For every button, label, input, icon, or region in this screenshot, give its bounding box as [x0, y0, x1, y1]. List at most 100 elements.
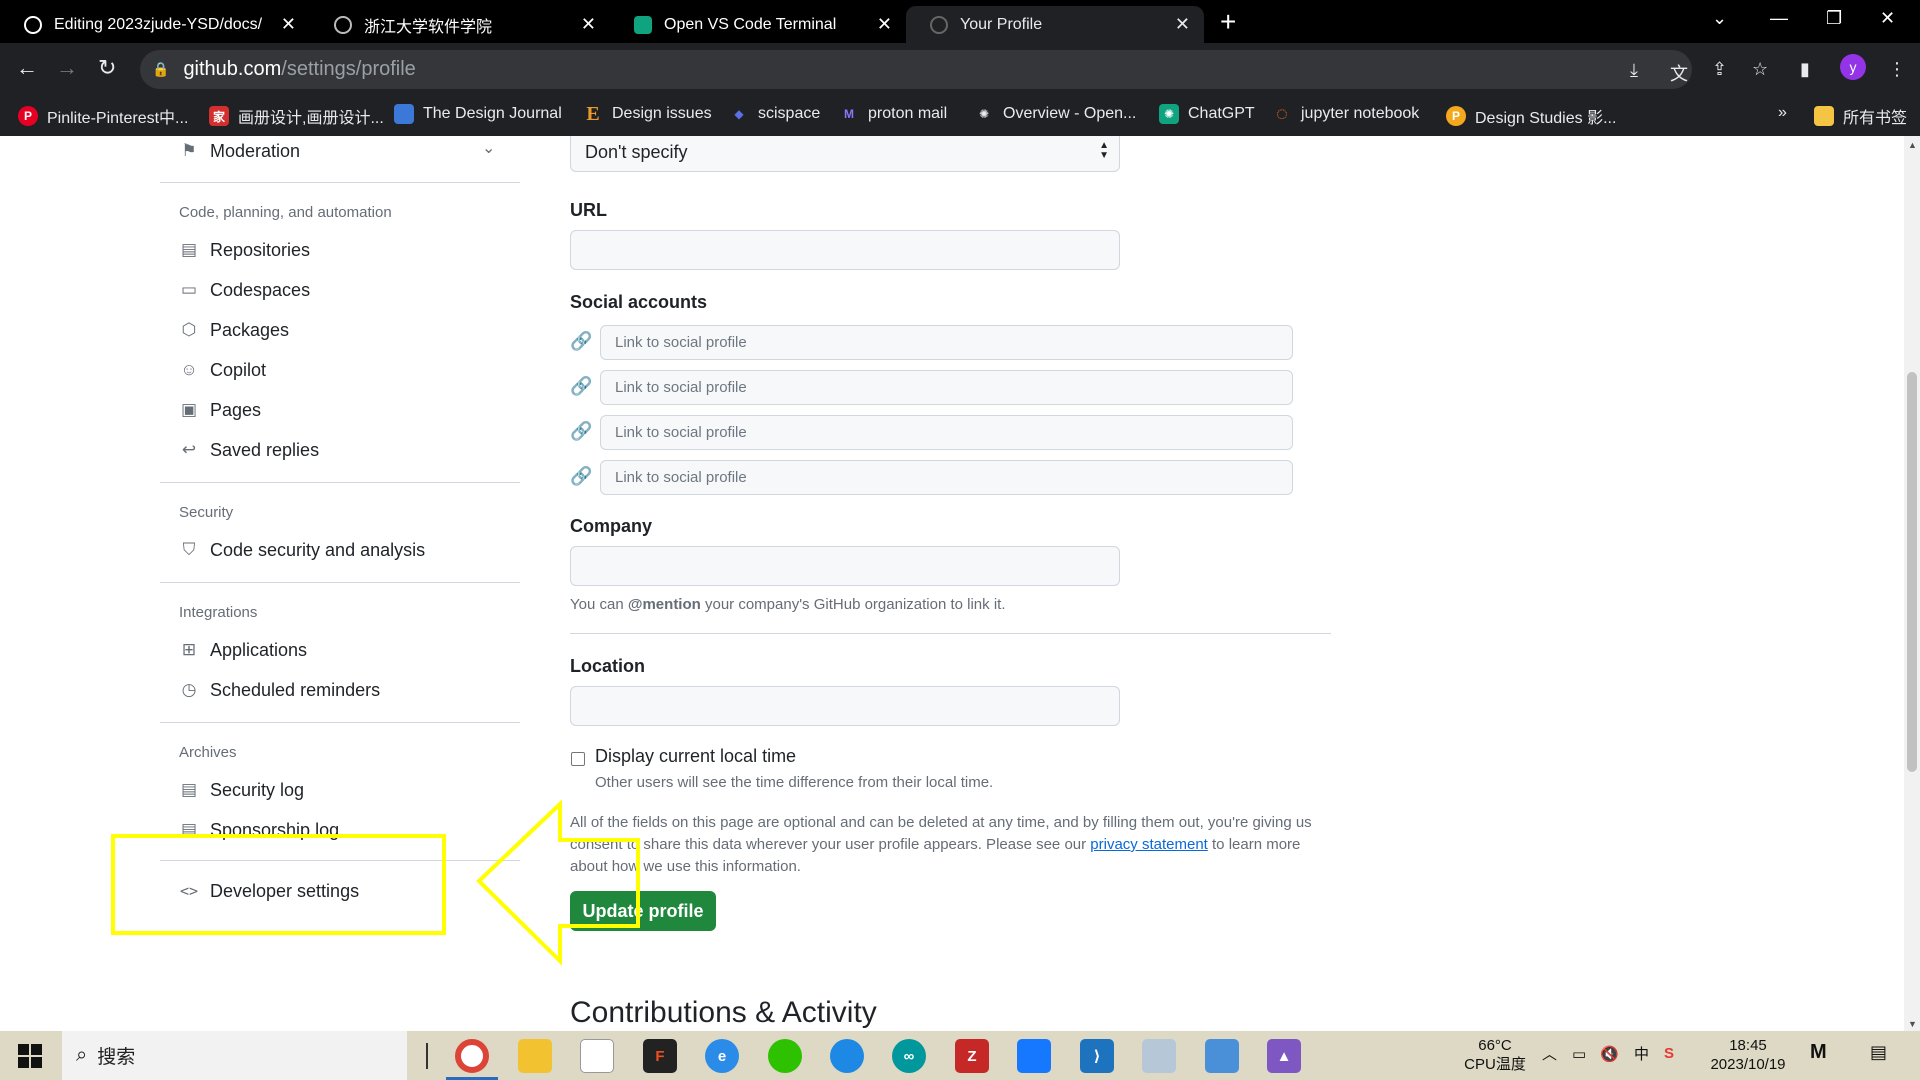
zotero-icon[interactable]: Z: [955, 1039, 989, 1073]
close-tab-icon[interactable]: ✕: [877, 14, 892, 35]
local-time-checkbox[interactable]: [571, 752, 585, 766]
install-icon[interactable]: ⤓: [1630, 60, 1638, 81]
url-input[interactable]: [570, 230, 1120, 270]
side-panel-icon[interactable]: ▮: [1800, 59, 1810, 80]
chevron-up-icon[interactable]: ︿: [1542, 1045, 1557, 1064]
restore-button[interactable]: ❐: [1826, 8, 1842, 29]
photos-icon[interactable]: ▲: [1267, 1039, 1301, 1073]
log-icon: ▤: [180, 780, 198, 799]
privacy-statement-link[interactable]: privacy statement: [1090, 836, 1208, 853]
forward-button[interactable]: →: [56, 55, 78, 81]
minimize-button[interactable]: —: [1770, 8, 1788, 29]
bookmark-label: Pinlite-Pinterest中...: [47, 110, 189, 127]
scrollbar-thumb[interactable]: [1907, 372, 1917, 772]
chrome-app-icon[interactable]: [455, 1039, 489, 1073]
tab-zju-software[interactable]: 浙江大学软件学院 ✕: [310, 6, 610, 43]
notification-icon[interactable]: ▤: [1870, 1043, 1887, 1062]
image-app-icon[interactable]: [1205, 1039, 1239, 1073]
ime-indicator[interactable]: 中: [1634, 1045, 1649, 1064]
scroll-up-icon[interactable]: ▲: [1908, 140, 1917, 150]
tab-editing-docs[interactable]: Editing 2023zjude-YSD/docs/ ✕: [0, 6, 310, 43]
share-icon[interactable]: ⇪: [1712, 59, 1727, 80]
sidebar-item-applications[interactable]: ⊞ Applications: [178, 634, 307, 666]
feishu-icon[interactable]: [1017, 1039, 1051, 1073]
sogou-icon[interactable]: S: [1664, 1044, 1674, 1063]
app-circle-icon[interactable]: [830, 1039, 864, 1073]
social-link-input-3[interactable]: Link to social profile: [600, 415, 1293, 450]
bookmark-album-design[interactable]: 家画册设计,画册设计...: [209, 104, 384, 128]
bookmark-design-issues[interactable]: E Design issues: [583, 103, 711, 125]
sidebar-item-moderation[interactable]: ⚑ Moderation: [178, 136, 300, 167]
sidebar-item-saved-replies[interactable]: ↩ Saved replies: [178, 434, 319, 466]
sidebar-item-security-log[interactable]: ▤ Security log: [178, 774, 304, 806]
sidebar-divider: [160, 582, 520, 583]
all-bookmarks-folder[interactable]: 所有书签: [1814, 104, 1907, 128]
windows-taskbar: ⌕ 搜索 F e ∞ Z ⟩ ▲ 66°C CPU温度 ︿ ▭ 🔇 中 S 18…: [0, 1031, 1920, 1080]
vscode-icon[interactable]: ⟩: [1080, 1039, 1114, 1073]
privacy-notice: All of the fields on this page are optio…: [570, 812, 1330, 878]
close-tab-icon[interactable]: ✕: [581, 14, 596, 35]
bookmark-scispace[interactable]: ◆ scispace: [729, 104, 820, 124]
wechat-icon[interactable]: [768, 1039, 802, 1073]
back-button[interactable]: ←: [16, 55, 38, 81]
sidebar-item-sponsorship-log[interactable]: ▤ Sponsorship log: [178, 814, 339, 846]
bookmark-jupyter[interactable]: ◌ jupyter notebook: [1272, 103, 1419, 125]
bookmark-label: The Design Journal: [423, 105, 562, 122]
bookmark-design-studies[interactable]: P Design Studies 影...: [1446, 104, 1616, 128]
profile-avatar[interactable]: y: [1840, 54, 1866, 80]
clock[interactable]: 18:45 2023/10/19: [1700, 1036, 1796, 1074]
taskbar-search[interactable]: ⌕ 搜索: [62, 1031, 407, 1080]
reload-button[interactable]: ↻: [98, 55, 116, 81]
sidebar-item-repositories[interactable]: ▤ Repositories: [178, 234, 310, 266]
company-input[interactable]: [570, 546, 1120, 586]
tab-search-icon[interactable]: ⌄: [1712, 8, 1727, 29]
sidebar-item-code-security[interactable]: ⛉ Code security and analysis: [178, 534, 426, 566]
arduino-icon[interactable]: ∞: [892, 1039, 926, 1073]
scroll-down-icon[interactable]: ▼: [1908, 1019, 1917, 1029]
menu-icon[interactable]: ⋮: [1888, 59, 1906, 80]
sidebar-item-packages[interactable]: ⬡ Packages: [178, 314, 289, 346]
bookmarks-overflow-button[interactable]: »: [1778, 104, 1787, 122]
battery-icon[interactable]: ▭: [1572, 1045, 1586, 1064]
page-scrollbar[interactable]: ▲ ▼: [1904, 136, 1920, 1031]
local-time-label[interactable]: Display current local time: [595, 746, 796, 767]
bookmark-design-journal[interactable]: The Design Journal: [394, 104, 562, 124]
address-bar[interactable]: 🔒 github.com/settings/profile ⤓ 文: [140, 50, 1692, 89]
social-link-input-1[interactable]: Link to social profile: [600, 325, 1293, 360]
new-tab-button[interactable]: +: [1220, 8, 1236, 36]
figma-icon[interactable]: F: [643, 1039, 677, 1073]
sidebar-item-label: Pages: [210, 399, 262, 420]
sidebar-item-copilot[interactable]: ☺ Copilot: [178, 354, 266, 386]
bookmark-proton-mail[interactable]: Mproton mail: [839, 104, 947, 124]
sidebar-item-pages[interactable]: ▣ Pages: [178, 394, 261, 426]
bookmark-chatgpt[interactable]: ✺ ChatGPT: [1159, 104, 1255, 124]
sidebar-item-developer-settings[interactable]: <> Developer settings: [178, 875, 359, 907]
ie-icon[interactable]: e: [705, 1039, 739, 1073]
tab-vscode-terminal[interactable]: Open VS Code Terminal ✕: [610, 6, 906, 43]
sidebar-item-codespaces[interactable]: ▭ Codespaces: [178, 274, 310, 306]
file-explorer-icon[interactable]: [518, 1039, 552, 1073]
bookmark-pinlite[interactable]: P Pinlite-Pinterest中...: [18, 104, 188, 128]
tab-your-profile[interactable]: Your Profile ✕: [906, 6, 1204, 43]
app-m-icon[interactable]: M: [1810, 1042, 1827, 1062]
update-profile-button[interactable]: Update profile: [570, 891, 716, 931]
close-window-button[interactable]: ✕: [1880, 8, 1895, 29]
social-link-input-2[interactable]: Link to social profile: [600, 370, 1293, 405]
social-link-input-4[interactable]: Link to social profile: [600, 460, 1293, 495]
close-tab-icon[interactable]: ✕: [1175, 14, 1190, 35]
bookmark-star-icon[interactable]: ☆: [1752, 59, 1768, 80]
link-icon: 🔗: [570, 466, 593, 486]
bookmark-label: Overview - Open...: [1003, 105, 1137, 122]
pronouns-select[interactable]: Don't specify ▲ ▼: [570, 136, 1120, 172]
translate-icon[interactable]: 文: [1670, 60, 1688, 86]
volume-muted-icon[interactable]: 🔇: [1600, 1045, 1619, 1064]
location-input[interactable]: [570, 686, 1120, 726]
close-tab-icon[interactable]: ✕: [281, 14, 296, 35]
notepad-icon[interactable]: [580, 1039, 614, 1073]
chevron-down-icon[interactable]: ⌄: [482, 138, 495, 158]
sidebar-item-scheduled-reminders[interactable]: ◷ Scheduled reminders: [178, 674, 381, 706]
paint-icon[interactable]: [1142, 1039, 1176, 1073]
browser-tab-strip: Editing 2023zjude-YSD/docs/ ✕ 浙江大学软件学院 ✕…: [0, 0, 1920, 43]
bookmark-overview-openai[interactable]: ✺ Overview - Open...: [974, 104, 1136, 124]
start-button[interactable]: [18, 1044, 42, 1068]
